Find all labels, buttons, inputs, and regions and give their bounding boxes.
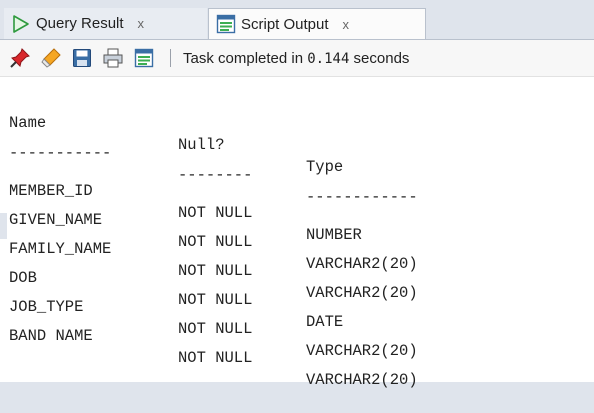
table-row: FAMILY_NAME NOT NULL VARCHAR2(20) bbox=[9, 216, 418, 302]
divider-null: -------- bbox=[178, 166, 253, 184]
data-type-value: VARCHAR2(20) bbox=[306, 284, 418, 302]
null-constraint-value: NOT NULL bbox=[178, 204, 253, 222]
null-constraint-value: NOT NULL bbox=[178, 233, 253, 251]
data-type-value: DATE bbox=[306, 313, 344, 331]
null-constraint-value: NOT NULL bbox=[178, 262, 253, 280]
table-row: DOB NOT NULL DATE bbox=[9, 245, 343, 331]
data-type-value: VARCHAR2(20) bbox=[306, 371, 418, 389]
tab-bar: Query Result x Script Output x bbox=[0, 0, 594, 39]
null-constraint-value: NOT NULL bbox=[178, 320, 253, 338]
document-icon[interactable] bbox=[132, 46, 156, 70]
tab-query-result-label: Query Result bbox=[36, 15, 124, 32]
toolbar-separator bbox=[170, 49, 171, 67]
divider-row: ----------- -------- ------------ bbox=[9, 120, 418, 206]
eraser-icon[interactable] bbox=[39, 46, 63, 70]
header-row: Name Null? Type bbox=[9, 90, 343, 176]
pin-icon[interactable] bbox=[8, 46, 32, 70]
table-row: GIVEN_NAME NOT NULL VARCHAR2(20) bbox=[9, 187, 418, 273]
tab-script-output-label: Script Output bbox=[241, 15, 329, 33]
save-icon[interactable] bbox=[70, 46, 94, 70]
null-constraint-value: NOT NULL bbox=[178, 349, 253, 367]
script-output-text[interactable]: Name Null? Type ----------- -------- ---… bbox=[0, 76, 594, 389]
task-status-text: Task completed in 0.144 seconds bbox=[183, 49, 410, 67]
data-type-value: VARCHAR2(20) bbox=[306, 342, 418, 360]
print-icon[interactable] bbox=[101, 46, 125, 70]
tab-query-result-close-icon[interactable]: x bbox=[138, 16, 145, 31]
null-constraint-value: NOT NULL bbox=[178, 291, 253, 309]
output-toolbar: Task completed in 0.144 seconds bbox=[0, 40, 594, 77]
script-document-icon bbox=[215, 13, 237, 35]
tab-script-output[interactable]: Script Output x bbox=[208, 8, 426, 39]
data-type-value: NUMBER bbox=[306, 226, 362, 244]
table-row: BAND NAME NOT NULL VARCHAR2(20) bbox=[9, 303, 418, 389]
table-row: MEMBER_ID NOT NULL NUMBER bbox=[9, 158, 362, 244]
window-edge bbox=[0, 213, 7, 239]
column-header-type: Type bbox=[306, 158, 344, 176]
play-triangle-icon bbox=[10, 13, 32, 35]
script-output-panel: Task completed in 0.144 seconds Name Nul… bbox=[0, 39, 594, 389]
column-header-null: Null? bbox=[178, 136, 225, 154]
column-name-value: BAND NAME bbox=[9, 327, 93, 345]
table-row: JOB_TYPE NOT NULL VARCHAR2(20) bbox=[9, 274, 418, 360]
tab-query-result[interactable]: Query Result x bbox=[4, 8, 207, 39]
data-type-value: VARCHAR2(20) bbox=[306, 255, 418, 273]
divider-type: ------------ bbox=[306, 188, 418, 206]
tab-script-output-close-icon[interactable]: x bbox=[343, 17, 350, 32]
